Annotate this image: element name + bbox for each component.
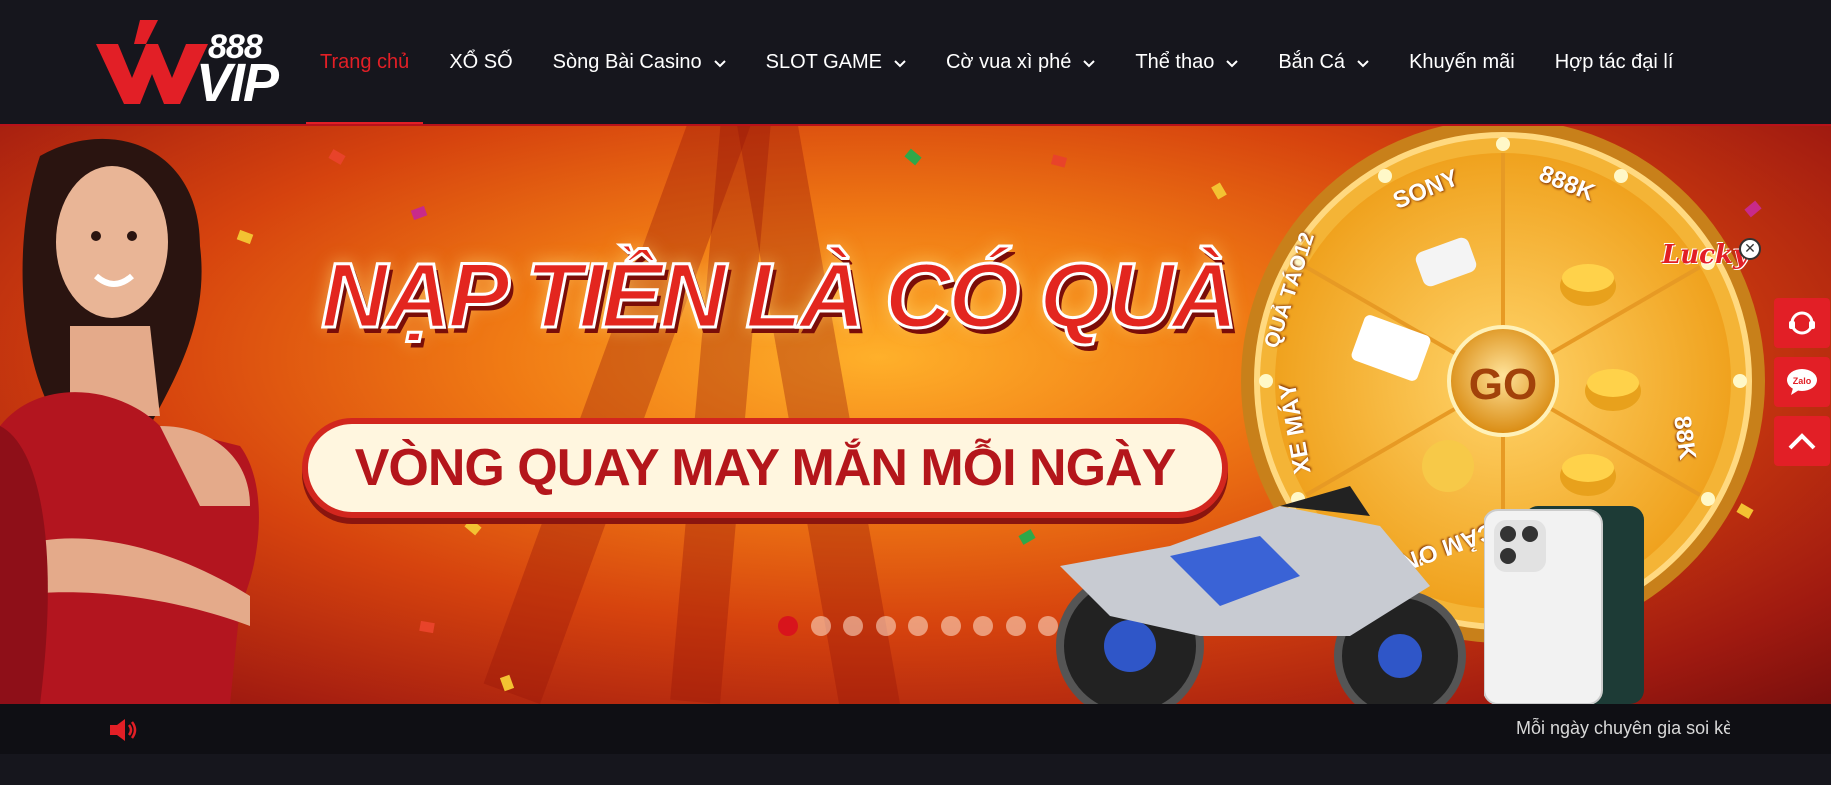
nav-item[interactable]: XỔ SỐ [429, 0, 532, 125]
slider-dot[interactable] [940, 616, 961, 636]
hero-banner[interactable]: NẠP TIỀN LÀ CÓ QUÀ VÒNG QUAY MAY MẮN MỖI… [0, 126, 1831, 704]
slider-dot[interactable] [875, 616, 896, 636]
ticker-text: Mỗi ngày chuyên gia soi kèo [1516, 718, 1730, 738]
nav-item[interactable]: Khuyến mãi [1389, 0, 1535, 125]
chevron-up-icon [1788, 433, 1816, 450]
nav-item-label: Sòng Bài Casino [552, 51, 702, 73]
svg-text:Zalo: Zalo [1793, 376, 1812, 386]
zalo-button[interactable]: Zalo [1774, 357, 1830, 407]
confetti [904, 148, 922, 166]
nav-item[interactable]: Bắn Cá [1258, 0, 1389, 125]
logo-text: VIP [196, 53, 279, 113]
phone-image [1484, 506, 1644, 704]
nav-item-label: Hợp tác đại lí [1554, 51, 1674, 73]
banner-headline: NẠP TIỀN LÀ CÓ QUÀ [320, 244, 1240, 349]
nav-item[interactable]: Hợp tác đại lí [1535, 0, 1694, 125]
support-chat-button[interactable] [1774, 298, 1830, 348]
nav-item-label: Thể thao [1135, 51, 1215, 73]
chevron-down-icon [1357, 59, 1369, 67]
slider-dots [778, 616, 1071, 636]
slider-dot[interactable] [843, 616, 863, 636]
chevron-down-icon [1226, 59, 1239, 67]
nav-item-label: Khuyến mãi [1409, 51, 1515, 73]
confetti [464, 518, 482, 536]
motorbike-image [1056, 486, 1466, 704]
nav-item-label: Bắn Cá [1278, 51, 1346, 73]
chevron-down-icon [894, 59, 906, 67]
slider-dot[interactable] [1005, 616, 1026, 636]
confetti [1050, 154, 1068, 168]
confetti [419, 620, 435, 634]
confetti [410, 205, 428, 221]
lucky-badge[interactable]: Lucky [1662, 240, 1748, 270]
confetti [1211, 182, 1227, 200]
nav-item[interactable]: Cờ vua xì phé [926, 0, 1115, 125]
slider-dot[interactable] [810, 616, 831, 636]
model-image [0, 138, 259, 704]
slider-dot[interactable] [778, 616, 798, 636]
slider-dot[interactable] [908, 616, 928, 636]
news-ticker: Mỗi ngày chuyên gia soi kèo [0, 704, 1831, 754]
nav-item-label: Trang chủ [320, 51, 410, 73]
nav-item[interactable]: Sòng Bài Casino [533, 0, 746, 125]
scroll-top-button[interactable] [1774, 416, 1830, 466]
site-header: 888 VIP Trang chủ XỔ SỐ Sòng Bài Casino SLO… [0, 0, 1831, 125]
site-logo[interactable]: 888 VIP [96, 20, 292, 110]
close-icon[interactable]: ✕ [1739, 238, 1761, 260]
headset-icon [1789, 311, 1815, 335]
nav-item[interactable]: Trang chủ [300, 0, 429, 125]
nav-item-label: SLOT GAME [765, 51, 882, 73]
wheel-label: 88K [1668, 414, 1701, 462]
zalo-icon: Zalo [1787, 369, 1817, 395]
slider-dot[interactable] [1038, 616, 1058, 636]
nav-item-label: Cờ vua xì phé [945, 51, 1072, 73]
nav-item[interactable]: Thể thao [1115, 0, 1258, 125]
confetti [328, 149, 346, 165]
wheel-go-text: GO [1469, 360, 1537, 409]
confetti [1018, 529, 1036, 545]
chevron-down-icon [1083, 59, 1096, 67]
speaker-icon[interactable] [108, 717, 138, 743]
main-nav: Trang chủ XỔ SỐ Sòng Bài Casino SLOT GAME Cờ… [300, 0, 1693, 125]
nav-item[interactable]: SLOT GAME [746, 0, 926, 125]
nav-item-label: XỔ SỐ [449, 51, 513, 73]
page-background [0, 754, 1831, 785]
chevron-down-icon [713, 59, 726, 67]
slider-dot[interactable] [973, 616, 993, 636]
